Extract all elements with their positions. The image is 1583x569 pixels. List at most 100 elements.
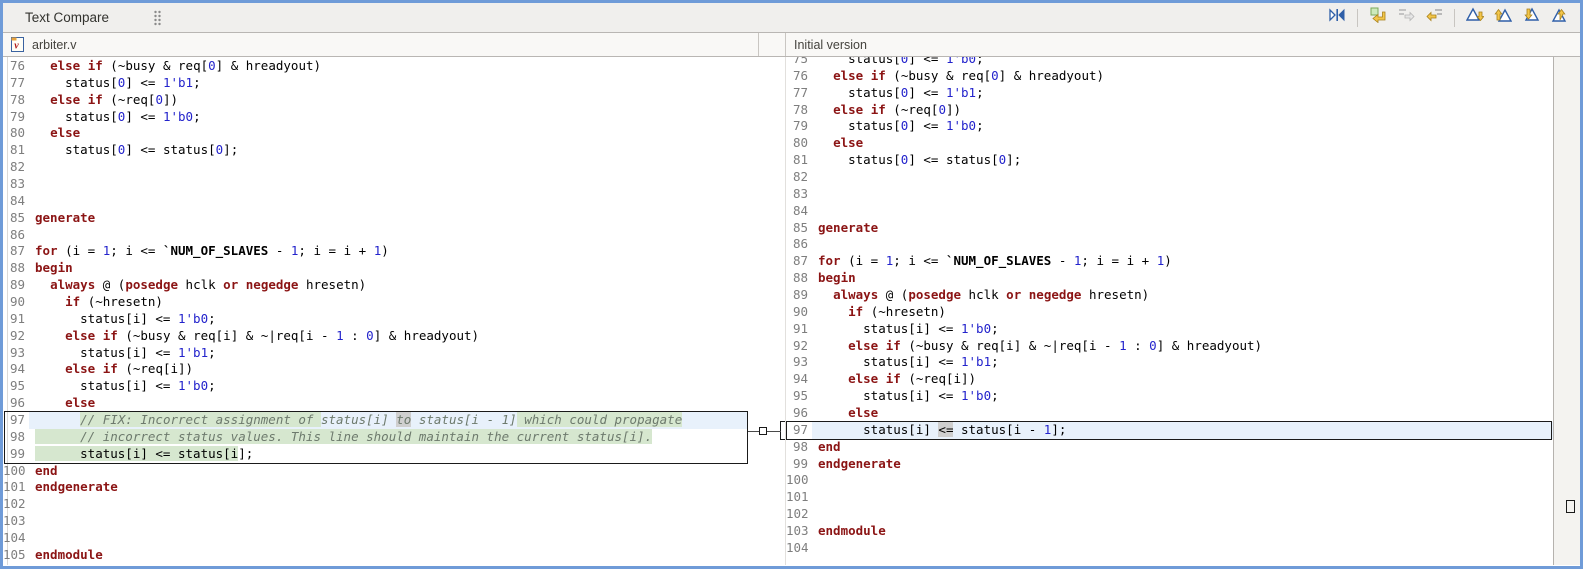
code-line[interactable]: 103 — [3, 513, 748, 530]
line-number: 99 — [9, 445, 25, 461]
code-line[interactable]: 95 status[i] <= 1'b0; — [786, 388, 1553, 405]
code-line[interactable]: 100 — [786, 472, 1553, 489]
svg-text:v: v — [14, 41, 19, 52]
code-line[interactable]: 101 endgenerate — [3, 479, 748, 496]
code-line[interactable]: 93 status[i] <= 1'b1; — [3, 345, 748, 362]
code-line[interactable]: 90 if (~hresetn) — [786, 304, 1553, 321]
code-line[interactable]: 100 end — [3, 463, 748, 480]
code-line[interactable]: 99 endgenerate — [786, 456, 1553, 473]
code-text: status[0] <= 1'b1; — [818, 84, 984, 100]
next-change-button[interactable] — [1518, 6, 1544, 30]
diff-overview-marker[interactable] — [1566, 500, 1575, 513]
code-line[interactable]: 79 status[0] <= 1'b0; — [3, 109, 748, 126]
code-line[interactable]: 88 begin — [3, 260, 748, 277]
code-line[interactable]: 77 status[0] <= 1'b1; — [3, 75, 748, 92]
code-line[interactable]: 89 always @ (posedge hclk or negedge hre… — [786, 287, 1553, 304]
code-line[interactable]: 82 — [786, 169, 1553, 186]
code-line[interactable]: 94 else if (~req[i]) — [786, 371, 1553, 388]
code-line[interactable]: 98 end — [786, 439, 1553, 456]
code-text: else if (~req[0]) — [833, 101, 962, 117]
code-text: endmodule — [35, 546, 103, 562]
code-line[interactable]: 92 else if (~busy & req[i] & ~|req[i - 1… — [3, 328, 748, 345]
code-line[interactable]: 78 else if (~req[0]) — [3, 92, 748, 109]
code-line[interactable]: 98 // incorrect status values. This line… — [3, 428, 748, 446]
copy-current-left-to-right-icon — [1398, 7, 1415, 28]
code-line[interactable]: 88 begin — [786, 270, 1553, 287]
code-line[interactable]: 85 generate — [786, 220, 1553, 237]
line-number: 77 — [792, 84, 808, 100]
left-editor-pane[interactable]: 76 else if (~busy & req[0] & hreadyout) 7… — [3, 57, 748, 565]
line-number: 93 — [9, 344, 25, 360]
code-line[interactable]: 91 status[i] <= 1'b0; — [3, 311, 748, 328]
code-line[interactable]: 99 status[i] <= status[i]; — [3, 445, 748, 463]
code-text: status[i] <= status[i - 1]; — [812, 421, 1553, 439]
verilog-file-icon: v — [11, 37, 24, 52]
line-number: 105 — [3, 546, 26, 562]
code-line[interactable]: 104 — [786, 540, 1553, 557]
code-line[interactable]: 81 status[0] <= status[0]; — [786, 152, 1553, 169]
line-number: 79 — [9, 108, 25, 124]
diff-connector-handle[interactable] — [759, 427, 767, 435]
previous-change-button[interactable] — [1546, 6, 1572, 30]
code-line[interactable]: 80 else — [786, 135, 1553, 152]
code-line[interactable]: 103 endmodule — [786, 523, 1553, 540]
code-line[interactable]: 96 else — [3, 395, 748, 412]
code-line[interactable]: 97 // FIX: Incorrect assignment of statu… — [3, 412, 748, 429]
line-number: 93 — [792, 354, 808, 370]
code-line[interactable]: 86 — [786, 236, 1553, 253]
code-line[interactable]: 104 — [3, 530, 748, 547]
code-line[interactable]: 83 — [3, 176, 748, 193]
view-menu-handle-icon[interactable] — [153, 9, 162, 26]
code-line[interactable]: 97 status[i] <= status[i - 1]; — [786, 421, 1553, 439]
code-line[interactable]: 76 else if (~busy & req[0] & hreadyout) — [786, 68, 1553, 85]
code-line[interactable]: 85 generate — [3, 210, 748, 227]
code-line[interactable]: 96 else — [786, 405, 1553, 422]
next-difference-button[interactable] — [1462, 6, 1488, 30]
code-line[interactable]: 91 status[i] <= 1'b0; — [786, 321, 1553, 338]
code-line[interactable]: 86 — [3, 227, 748, 244]
copy-all-right-to-left-button[interactable] — [1365, 6, 1391, 30]
code-text: generate — [35, 209, 96, 225]
code-text: else if (~req[i]) — [65, 361, 194, 377]
code-text: always @ (posedge hclk or negedge hreset… — [833, 287, 1150, 303]
code-line[interactable]: 87 for (i = 1; i <= `NUM_OF_SLAVES - 1; i… — [3, 243, 748, 260]
line-number: 86 — [792, 236, 808, 252]
code-line[interactable]: 89 always @ (posedge hclk or negedge hre… — [3, 277, 748, 294]
code-line[interactable]: 80 else — [3, 125, 748, 142]
line-number: 101 — [3, 479, 26, 495]
code-line[interactable]: 90 if (~hresetn) — [3, 294, 748, 311]
code-line[interactable]: 75 status[0] <= 1'b0; — [786, 57, 1553, 68]
swap-left-right-button[interactable] — [1324, 6, 1350, 30]
code-line[interactable]: 78 else if (~req[0]) — [786, 102, 1553, 119]
code-line[interactable]: 81 status[0] <= status[0]; — [3, 142, 748, 159]
code-text: status[0] <= 1'b1; — [35, 74, 201, 90]
line-number: 90 — [792, 303, 808, 319]
code-line[interactable]: 92 else if (~busy & req[i] & ~|req[i - 1… — [786, 338, 1553, 355]
line-number: 80 — [792, 135, 808, 151]
code-line[interactable]: 77 status[0] <= 1'b1; — [786, 85, 1553, 102]
code-line[interactable]: 95 status[i] <= 1'b0; — [3, 378, 748, 395]
code-line[interactable]: 102 — [3, 496, 748, 513]
copy-current-right-to-left-button[interactable] — [1421, 6, 1447, 30]
code-line[interactable]: 84 — [786, 203, 1553, 220]
code-line[interactable]: 87 for (i = 1; i <= `NUM_OF_SLAVES - 1; i… — [786, 253, 1553, 270]
code-line[interactable]: 76 else if (~busy & req[0] & hreadyout) — [3, 58, 748, 75]
code-line[interactable]: 82 — [3, 159, 748, 176]
code-line[interactable]: 84 — [3, 193, 748, 210]
previous-difference-button[interactable] — [1490, 6, 1516, 30]
code-line[interactable]: 101 — [786, 489, 1553, 506]
line-number: 99 — [792, 455, 808, 471]
code-line[interactable]: 102 — [786, 506, 1553, 523]
copy-current-left-to-right-button[interactable] — [1393, 6, 1419, 30]
left-pane-label: v arbiter.v — [3, 33, 759, 56]
right-editor-pane[interactable]: 75 status[0] <= 1'b0; 76 else if (~busy &… — [785, 57, 1553, 565]
code-line[interactable]: 93 status[i] <= 1'b1; — [786, 354, 1553, 371]
code-line[interactable]: 79 status[0] <= 1'b0; — [786, 118, 1553, 135]
compare-editor-window: Text Compare v arbiter.v Initial version… — [0, 0, 1583, 569]
code-line[interactable]: 105 endmodule — [3, 547, 748, 564]
overview-ruler[interactable] — [1553, 57, 1580, 565]
code-line[interactable]: 83 — [786, 186, 1553, 203]
code-line[interactable]: 94 else if (~req[i]) — [3, 361, 748, 378]
code-text: else — [50, 125, 81, 141]
